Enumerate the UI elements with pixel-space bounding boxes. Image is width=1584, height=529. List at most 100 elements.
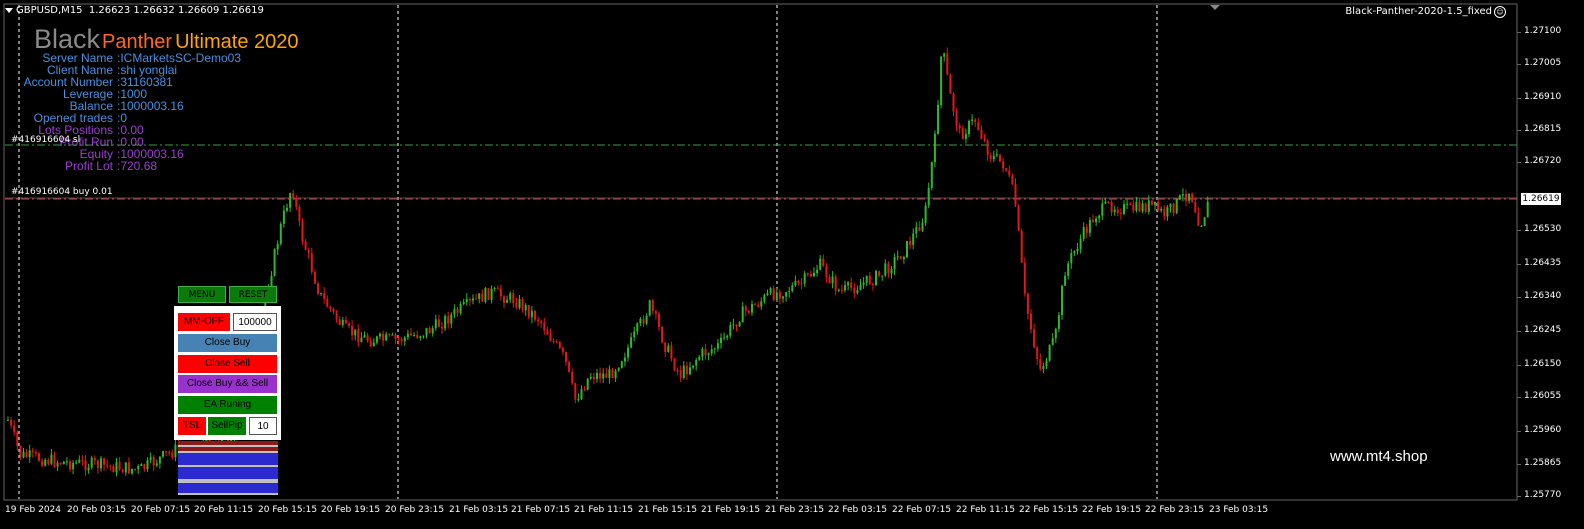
candle-body (69, 461, 71, 470)
candle-body (1051, 338, 1054, 345)
candle-body (369, 340, 372, 347)
shift-marker-icon[interactable] (1210, 5, 1220, 10)
candle-body (81, 459, 84, 461)
candle-body (906, 240, 908, 258)
candle-body (388, 334, 391, 336)
menu-button[interactable]: MENU (178, 286, 226, 303)
close-sell-button[interactable]: Close Sell (178, 355, 277, 373)
indicator-stripes (178, 441, 278, 495)
reset-button[interactable]: RESET (229, 286, 277, 303)
candle-body (766, 293, 769, 296)
candle-body (825, 266, 828, 277)
candle-body (484, 288, 487, 302)
time-tick-label: 22 Feb 07:15 (892, 505, 952, 515)
candle-body (93, 457, 96, 461)
candle-body (552, 340, 555, 342)
candle-body (732, 324, 735, 326)
close-buy-and-sell-button[interactable]: Close Buy && Sell (178, 375, 277, 393)
candle-body (884, 263, 887, 276)
candle-body (620, 361, 623, 368)
candle-body (1160, 208, 1163, 211)
mm-value-input[interactable]: 100000 (233, 313, 277, 331)
candle-body (816, 269, 819, 274)
candle-body (103, 458, 106, 465)
candle-body (1082, 227, 1085, 239)
candle-body (676, 369, 679, 371)
candle-body (310, 253, 313, 272)
candle-body (1057, 314, 1060, 329)
candle-body (47, 460, 50, 464)
candle-body (171, 452, 174, 458)
entry-order-label: #416916604 buy 0.01 (11, 187, 113, 197)
candle-body (546, 330, 549, 335)
candle-body (561, 348, 564, 352)
candle-body (366, 335, 369, 341)
candle-body (444, 316, 447, 329)
candle-body (329, 306, 332, 310)
candle-body (661, 326, 664, 343)
time-tick-label: 20 Feb 11:15 (194, 505, 254, 515)
candle-body (112, 465, 115, 473)
sellpip-button[interactable]: SellPip (208, 417, 246, 435)
price-tick-label: 1.26910 (1524, 92, 1562, 102)
candle-body (574, 383, 577, 400)
candle-body (611, 369, 614, 379)
candle-body (608, 369, 611, 378)
candle-body (887, 263, 890, 274)
candle-body (952, 93, 955, 112)
candle-body (453, 309, 456, 315)
candle-body (465, 298, 468, 303)
candle-body (819, 258, 822, 270)
price-tick-label: 1.25865 (1524, 458, 1562, 468)
candle-body (1048, 344, 1051, 361)
candle-body (682, 365, 685, 378)
candle-body (549, 334, 552, 341)
candle-body (673, 358, 676, 370)
close-buy-button[interactable]: Close Buy (178, 334, 277, 352)
candle-body (723, 337, 726, 339)
candle-body (140, 464, 143, 466)
ea-running-button[interactable]: EA Runing (178, 396, 277, 414)
candle-body (53, 454, 56, 467)
candle-body (602, 373, 605, 379)
stripe (178, 493, 278, 495)
candle-body (289, 193, 292, 208)
candle-body (1088, 219, 1091, 233)
candle-body (1191, 193, 1194, 203)
tsl-button[interactable]: TSL (178, 417, 206, 435)
candle-body (586, 378, 589, 390)
candle-body (890, 269, 893, 274)
candle-body (1147, 200, 1150, 212)
candle-body (924, 205, 927, 223)
candle-body (1008, 170, 1011, 176)
candle-body (490, 288, 493, 300)
candle-body (447, 316, 450, 324)
price-tick (1517, 464, 1521, 465)
mm-off-button[interactable]: MM-OFF (178, 313, 230, 331)
candle-body (741, 306, 744, 323)
candle-body (698, 356, 701, 360)
dropdown-icon (5, 7, 13, 13)
candle-body (437, 319, 440, 327)
candle-body (778, 292, 781, 299)
candle-body (87, 467, 90, 471)
candle-body (115, 462, 118, 473)
candle-body (286, 207, 288, 211)
candle-body (1138, 201, 1141, 212)
candle-body (428, 328, 431, 334)
candle-body (1079, 238, 1082, 249)
brand-part-black: Black (34, 24, 101, 54)
ea-name-label[interactable]: Black-Panther-2020-1.5_fixed ☺ (1345, 6, 1506, 18)
sellpip-value-input[interactable]: 10 (249, 417, 277, 435)
info-value: :720.68 (117, 159, 158, 173)
candle-body (425, 328, 428, 336)
candle-body (809, 273, 812, 277)
candle-body (760, 301, 763, 307)
candle-body (592, 376, 595, 380)
ea-name-text: Black-Panther-2020-1.5_fixed (1345, 6, 1492, 17)
candle-body (933, 133, 936, 163)
candle-body (360, 337, 363, 343)
candle-body (738, 322, 741, 327)
price-tick (1517, 162, 1521, 163)
candle-body (406, 333, 409, 338)
